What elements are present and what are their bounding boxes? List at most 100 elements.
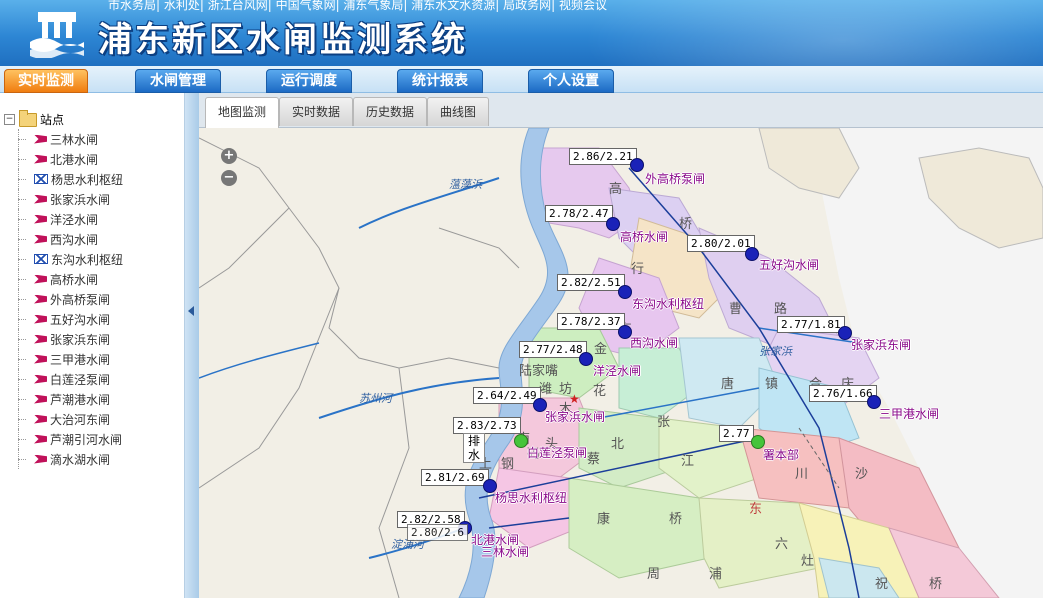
place-label: 金 — [594, 342, 608, 357]
station-item-gaoqiao[interactable]: 高桥水闸 — [14, 269, 123, 289]
station-value: 2.77 — [719, 425, 754, 442]
collapse-left-arrow-icon[interactable] — [188, 306, 194, 316]
folder-icon — [19, 109, 37, 127]
nav-statistics-report[interactable]: 统计报表 — [397, 69, 483, 93]
station-item-label: 外高桥泵闸 — [50, 292, 111, 307]
gate-icon — [34, 434, 47, 444]
place-label: 钢 — [501, 457, 515, 472]
station-marker[interactable] — [618, 285, 632, 299]
station-item-wuhaogou[interactable]: 五好沟水闸 — [14, 309, 123, 329]
place-label: 路 — [774, 302, 788, 317]
hub-icon — [34, 174, 48, 184]
tree-root-label: 站点 — [40, 113, 65, 127]
station-list: 三林水闸 北港水闸 杨思水利枢纽 张家浜水闸 洋泾水闸 西沟水闸 东沟水利枢纽 … — [14, 129, 123, 469]
gate-icon — [34, 134, 47, 144]
tree-root-stations[interactable]: − 站点 — [4, 109, 65, 128]
station-marker[interactable] — [606, 217, 620, 231]
main-nav: 实时监测 水闸管理 运行调度 统计报表 个人设置 — [0, 66, 1043, 93]
place-label: 行 — [631, 262, 645, 277]
zoom-controls: + − — [221, 148, 237, 192]
collapse-toggle-icon[interactable]: − — [4, 114, 15, 125]
gate-icon — [34, 374, 47, 384]
station-name: 西沟水闸 — [630, 336, 679, 350]
zoom-out-button[interactable]: − — [221, 170, 237, 186]
station-name: 五好沟水闸 — [759, 258, 820, 272]
station-item-luchaogang[interactable]: 芦潮港水闸 — [14, 389, 123, 409]
station-item-yangjing[interactable]: 洋泾水闸 — [14, 209, 123, 229]
nav-operation-dispatch[interactable]: 运行调度 — [266, 69, 352, 93]
place-label: 祝 — [875, 577, 889, 592]
nav-personal-settings[interactable]: 个人设置 — [528, 69, 614, 93]
station-item-label: 张家浜水闸 — [50, 192, 111, 207]
station-item-dishuihu[interactable]: 滴水湖水闸 — [14, 449, 123, 469]
place-label: 高 — [609, 182, 623, 197]
station-item-beigang[interactable]: 北港水闸 — [14, 149, 123, 169]
main-content: 地图监测 实时数据 历史数据 曲线图 ★ + − 高 桥 行 曹 路 金 张 唐… — [199, 93, 1043, 598]
panel-splitter[interactable] — [185, 93, 199, 598]
station-item-bailianjing[interactable]: 白莲泾泵闸 — [14, 369, 123, 389]
gate-icon — [34, 194, 47, 204]
place-label: 桥 — [929, 577, 943, 592]
station-marker[interactable] — [579, 352, 593, 366]
tab-curve-chart[interactable]: 曲线图 — [427, 97, 489, 126]
station-name: 洋泾水闸 — [593, 364, 642, 378]
gate-icon — [34, 334, 47, 344]
place-label: 张 — [657, 415, 671, 430]
station-item-label: 滴水湖水闸 — [50, 452, 111, 467]
hub-icon — [34, 254, 48, 264]
station-item-label: 芦潮引河水闸 — [50, 432, 123, 447]
gate-icon — [34, 354, 47, 364]
station-name: 外高桥泵闸 — [645, 172, 706, 186]
gate-icon — [34, 274, 47, 284]
station-tree-panel: − 站点 三林水闸 北港水闸 杨思水利枢纽 张家浜水闸 洋泾水闸 西沟水闸 东沟… — [0, 93, 185, 598]
station-value: 2.80/2.6 — [407, 524, 468, 541]
station-item-zhangjiabang[interactable]: 张家浜水闸 — [14, 189, 123, 209]
station-marker[interactable] — [514, 434, 528, 448]
tab-realtime-data[interactable]: 实时数据 — [279, 97, 353, 126]
nav-gate-management[interactable]: 水闸管理 — [135, 69, 221, 93]
gate-icon — [34, 214, 47, 224]
discharge-label: 排水 — [463, 433, 486, 463]
station-item-yangsi[interactable]: 杨思水利枢纽 — [14, 169, 123, 189]
station-item-xigou[interactable]: 西沟水闸 — [14, 229, 123, 249]
station-item-donggou[interactable]: 东沟水利枢纽 — [14, 249, 123, 269]
station-marker[interactable] — [838, 326, 852, 340]
river-label: 苏州河 — [359, 392, 392, 405]
place-label: 镇 — [765, 377, 779, 392]
gate-icon — [34, 414, 47, 424]
place-label: 蔡 — [587, 452, 601, 467]
place-label: 潍 — [539, 382, 553, 397]
place-label: 北 — [611, 437, 625, 452]
station-name: 白莲泾泵闸 — [527, 446, 588, 460]
place-label: 桥 — [679, 217, 693, 232]
station-name: 张家浜水闸 — [545, 410, 606, 424]
station-item-waigaoqiao[interactable]: 外高桥泵闸 — [14, 289, 123, 309]
station-value: 2.77/2.48 — [519, 341, 587, 358]
station-value: 2.82/2.51 — [557, 274, 625, 291]
station-item-sanjiagang[interactable]: 三甲港水闸 — [14, 349, 123, 369]
water-bureau-logo-icon — [30, 12, 84, 58]
station-item-label: 芦潮港水闸 — [50, 392, 111, 407]
tab-history-data[interactable]: 历史数据 — [353, 97, 427, 126]
tab-map-monitor[interactable]: 地图监测 — [205, 97, 279, 128]
station-value: 2.78/2.47 — [545, 205, 613, 222]
station-item-zhangjiabang-east[interactable]: 张家浜东闸 — [14, 329, 123, 349]
station-item-luchao-yinhe[interactable]: 芦潮引河水闸 — [14, 429, 123, 449]
system-title: 浦东新区水闸监测系统 — [98, 20, 468, 60]
station-item-dazhihe-east[interactable]: 大治河东闸 — [14, 409, 123, 429]
station-name: 三甲港水闸 — [879, 407, 940, 421]
place-label: 浦 — [709, 567, 723, 582]
app-header: 市水务局| 水利处| 浙江台风网| 中国气象网| 浦东气象局| 浦东水文水资源|… — [0, 0, 1043, 66]
place-label: 花 — [593, 384, 607, 399]
zoom-in-button[interactable]: + — [221, 148, 237, 164]
station-item-sanlin[interactable]: 三林水闸 — [14, 129, 123, 149]
station-name: 东沟水利枢纽 — [632, 297, 705, 311]
station-marker[interactable] — [745, 247, 759, 261]
nav-realtime-monitor[interactable]: 实时监测 — [4, 69, 88, 93]
place-label: 川 — [795, 467, 809, 482]
place-label: 曹 — [729, 302, 743, 317]
station-item-label: 白莲泾泵闸 — [50, 372, 111, 387]
place-label: 沙 — [855, 467, 869, 482]
map-view[interactable]: ★ + − 高 桥 行 曹 路 金 东 张 唐 镇 合 庆 北 蔡 江 川 沙 … — [199, 128, 1043, 598]
station-marker[interactable] — [630, 158, 644, 172]
